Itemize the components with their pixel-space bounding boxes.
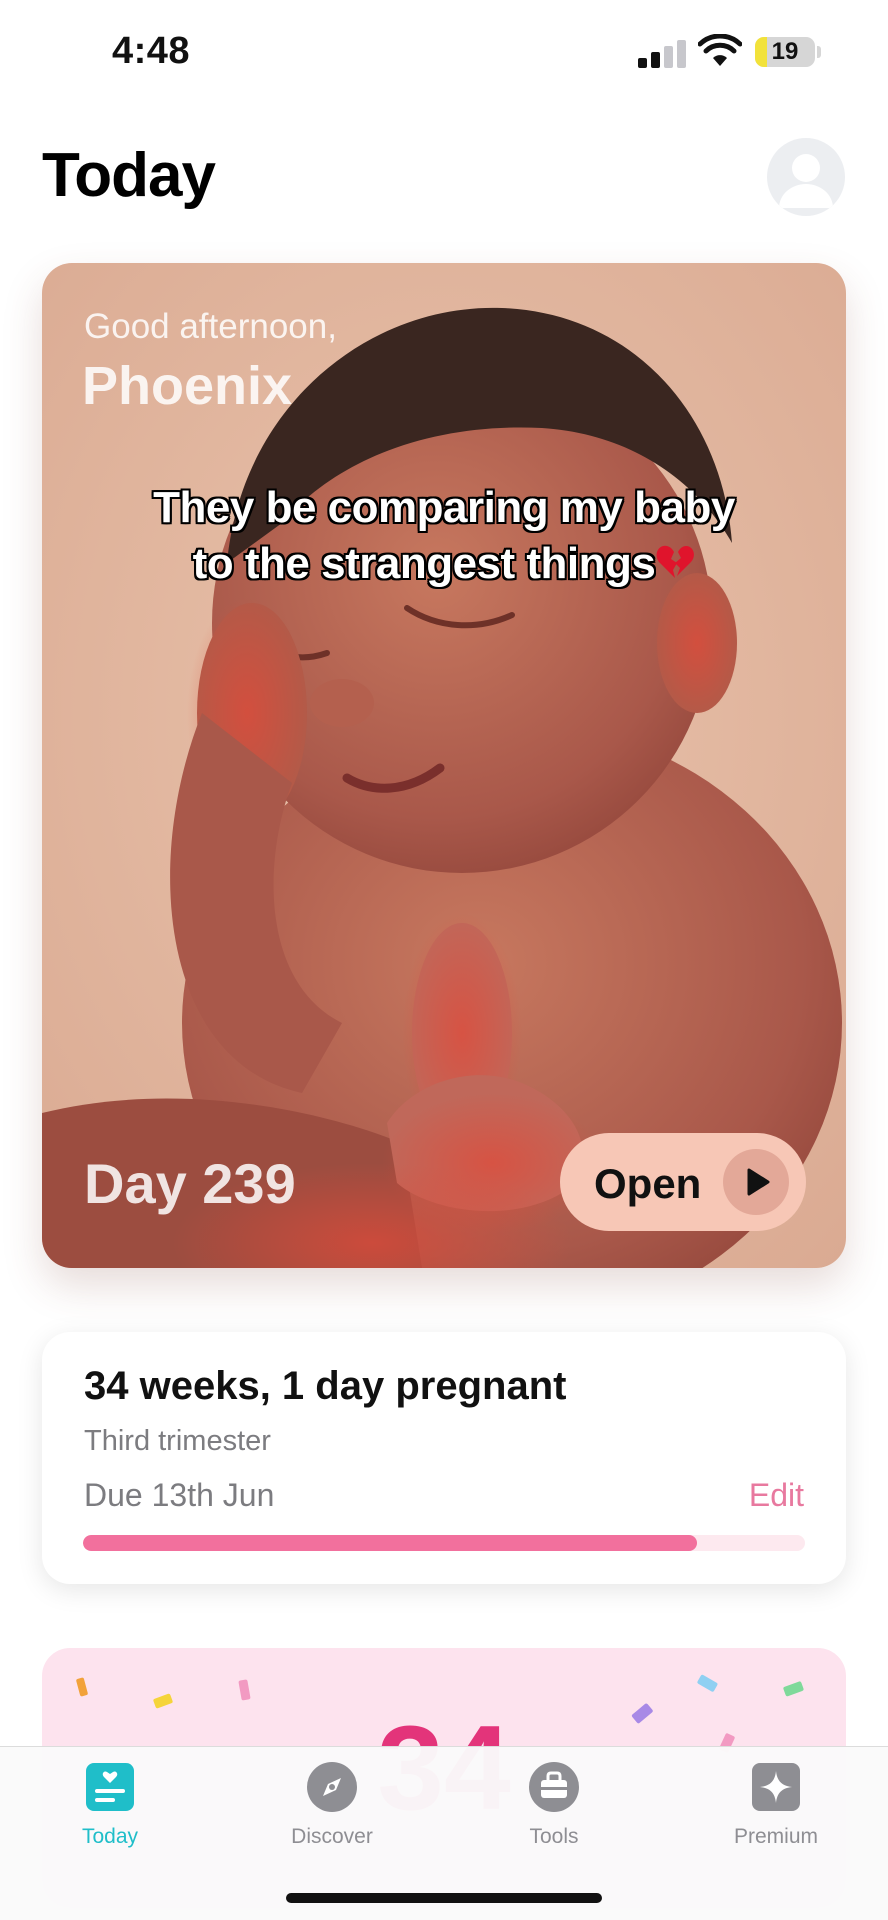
tab-label: Today [81,1825,139,1848]
broken-heart-icon [656,545,695,578]
screen: 4:48 19 Today Good afternoon, Phoenix Th… [0,0,888,1920]
cellular-signal-icon [638,38,686,68]
pregnancy-progress-bar [83,1535,805,1551]
open-button-label: Open [594,1160,702,1207]
today-icon [86,1763,134,1811]
sparkle-icon [752,1763,800,1811]
tab-today[interactable]: Today [30,1761,190,1861]
tab-tools[interactable]: Tools [474,1761,634,1861]
greeting-text: Good afternoon, [84,307,337,346]
page-title: Today [42,141,216,210]
pregnancy-progress-card[interactable]: 34 weeks, 1 day pregnant Third trimester… [42,1332,846,1584]
open-button[interactable]: Open [560,1133,806,1231]
trimester-label: Third trimester [84,1425,271,1457]
status-time: 4:48 [112,30,191,72]
tab-premium[interactable]: Premium [696,1761,856,1861]
status-bar: 4:48 19 [0,0,888,105]
day-counter: Day 239 [84,1152,296,1215]
user-name: Phoenix [82,356,293,416]
battery-level: 19 [771,38,799,65]
battery-icon: 19 [755,37,815,67]
tab-label: Premium [733,1825,818,1848]
user-avatar-icon[interactable] [767,138,845,216]
video-caption-line: They be comparing my baby [153,483,735,532]
video-caption-text: to the strangest things [192,539,656,588]
tab-label: Tools [529,1825,579,1848]
pregnancy-weeks: 34 weeks, 1 day pregnant [84,1364,567,1408]
toolbox-icon [529,1762,579,1812]
pregnancy-progress-fill [83,1535,697,1551]
edit-button[interactable]: Edit [749,1477,804,1514]
tab-discover[interactable]: Discover [252,1761,412,1861]
due-date: Due 13th Jun [84,1477,275,1513]
play-icon [723,1149,789,1215]
compass-icon [307,1762,357,1812]
baby-development-card[interactable]: Good afternoon, Phoenix They be comparin… [42,263,846,1268]
video-caption-line: to the strangest things [102,539,786,589]
tab-label: Discover [291,1825,373,1848]
home-indicator[interactable] [286,1893,602,1903]
battery-nub [817,46,821,58]
wifi-icon [698,34,742,66]
